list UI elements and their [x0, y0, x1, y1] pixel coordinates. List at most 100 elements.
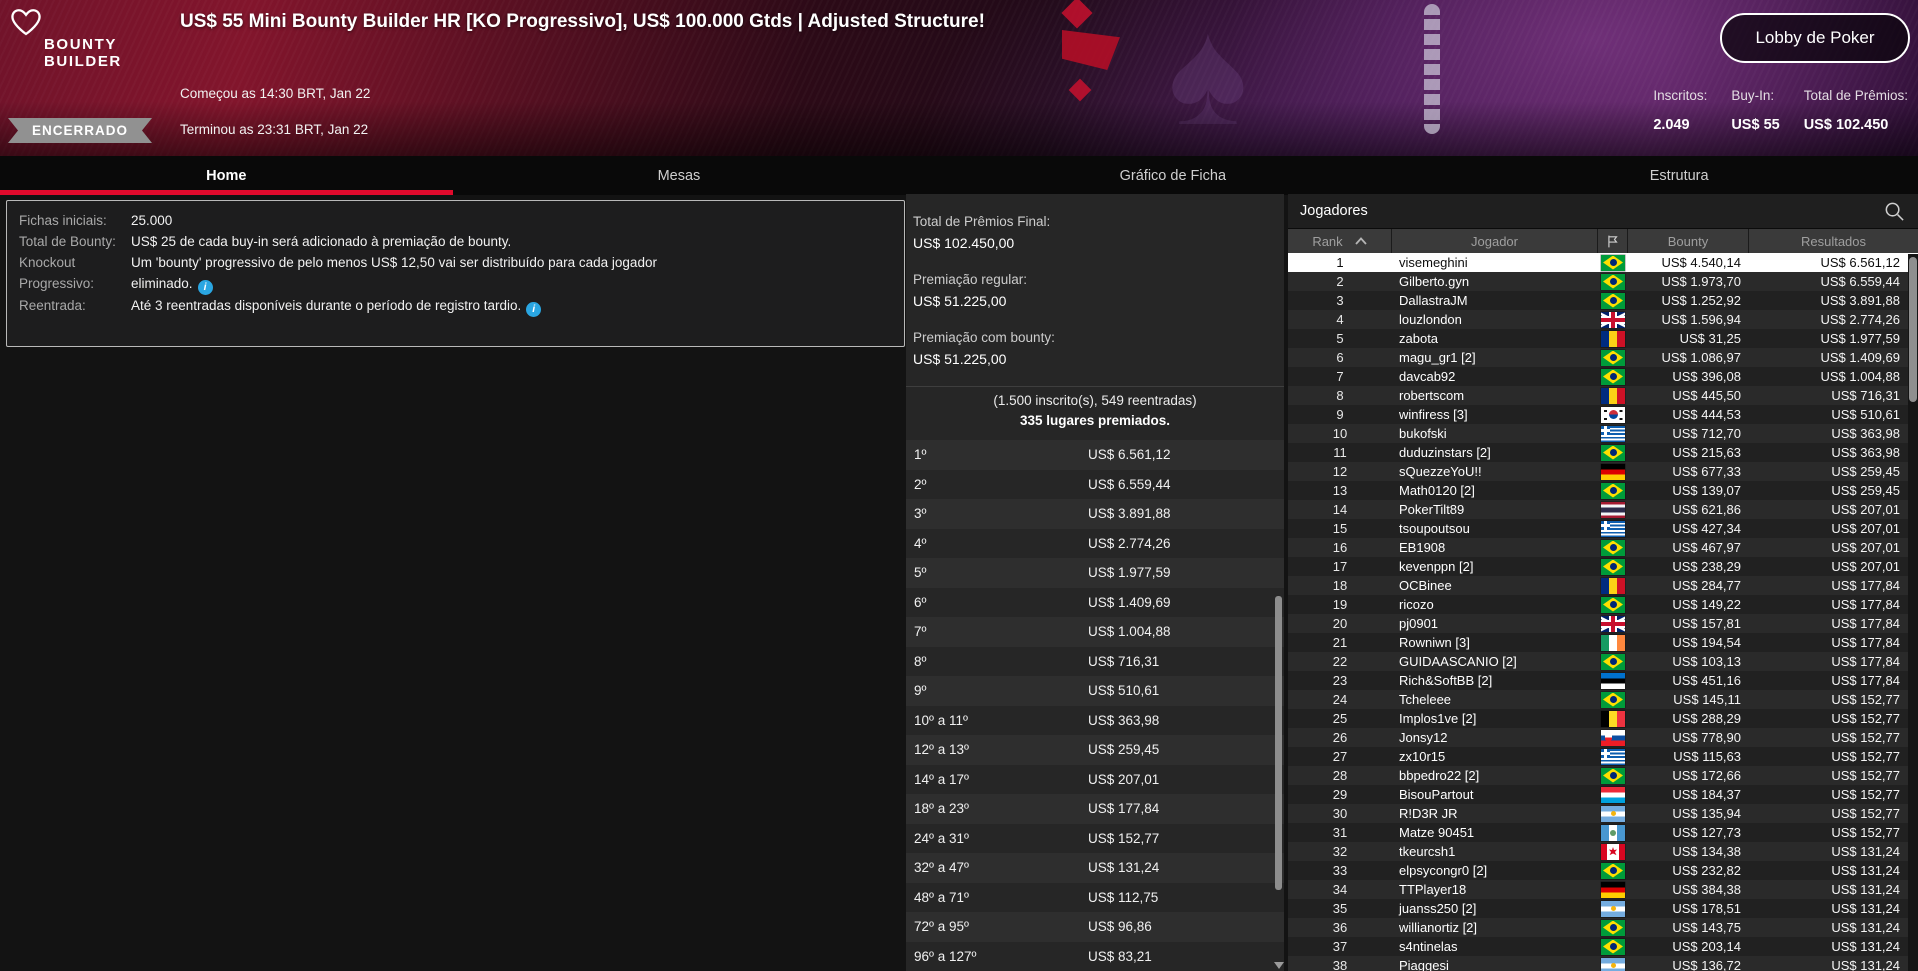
player-row[interactable]: 19ricozoUS$ 149,22US$ 177,84 — [1288, 595, 1918, 614]
column-header-bounty[interactable]: Bounty — [1628, 229, 1749, 253]
player-name: winfiress [3] — [1392, 407, 1598, 422]
player-row[interactable]: 24TcheleeeUS$ 145,11US$ 152,77 — [1288, 690, 1918, 709]
player-row[interactable]: 23Rich&SoftBB [2]US$ 451,16US$ 177,84 — [1288, 671, 1918, 690]
player-row[interactable]: 2Gilberto.gynUS$ 1.973,70US$ 6.559,44 — [1288, 272, 1918, 291]
column-header-player[interactable]: Jogador — [1392, 229, 1598, 253]
flag-cell — [1598, 806, 1628, 822]
player-result: US$ 131,24 — [1749, 863, 1918, 878]
player-row[interactable]: 8robertscomUS$ 445,50US$ 716,31 — [1288, 386, 1918, 405]
player-row[interactable]: 11duduzinstars [2]US$ 215,63US$ 363,98 — [1288, 443, 1918, 462]
player-row[interactable]: 14PokerTilt89US$ 621,86US$ 207,01 — [1288, 500, 1918, 519]
favorite-heart-icon[interactable] — [10, 6, 42, 43]
player-row[interactable]: 37s4ntinelasUS$ 203,14US$ 131,24 — [1288, 937, 1918, 956]
info-icon[interactable] — [198, 280, 213, 295]
player-row[interactable]: 3DallastraJMUS$ 1.252,92US$ 3.891,88 — [1288, 291, 1918, 310]
player-name: Rowniwn [3] — [1392, 635, 1598, 650]
info-icon[interactable] — [526, 302, 541, 317]
player-row[interactable]: 16EB1908US$ 467,97US$ 207,01 — [1288, 538, 1918, 557]
payout-row: 96º a 127ºUS$ 83,21 — [906, 942, 1284, 971]
payout-scrollbar[interactable] — [1275, 424, 1283, 957]
player-row[interactable]: 29BisouPartoutUS$ 184,37US$ 152,77 — [1288, 785, 1918, 804]
player-rank: 9 — [1288, 407, 1392, 422]
player-row[interactable]: 12sQuezzeYoU!!US$ 677,33US$ 259,45 — [1288, 462, 1918, 481]
player-name: R!D3R JR — [1392, 806, 1598, 821]
player-row[interactable]: 35juanss250 [2]US$ 178,51US$ 131,24 — [1288, 899, 1918, 918]
player-row[interactable]: 32tkeurcsh1US$ 134,38US$ 131,24 — [1288, 842, 1918, 861]
flag-cell — [1598, 369, 1628, 385]
player-row[interactable]: 28bbpedro22 [2]US$ 172,66US$ 152,77 — [1288, 766, 1918, 785]
player-row[interactable]: 10bukofskiUS$ 712,70US$ 363,98 — [1288, 424, 1918, 443]
player-row[interactable]: 31Matze 90451US$ 127,73US$ 152,77 — [1288, 823, 1918, 842]
flag-gr-icon — [1601, 749, 1625, 765]
player-row[interactable]: 13Math0120 [2]US$ 139,07US$ 259,45 — [1288, 481, 1918, 500]
tab-estrutura[interactable]: Estrutura — [1440, 156, 1918, 195]
player-row[interactable]: 17kevenppn [2]US$ 238,29US$ 207,01 — [1288, 557, 1918, 576]
player-row[interactable]: 30R!D3R JRUS$ 135,94US$ 152,77 — [1288, 804, 1918, 823]
player-result: US$ 259,45 — [1749, 483, 1918, 498]
player-bounty: US$ 115,63 — [1628, 749, 1749, 764]
prize-summary-item: Total de Prêmios Final:US$ 102.450,00 — [913, 212, 1274, 254]
player-result: US$ 152,77 — [1749, 825, 1918, 840]
payout-row: 1ºUS$ 6.561,12 — [906, 440, 1284, 470]
players-scrollbar-thumb[interactable] — [1909, 257, 1917, 402]
players-scrollbar[interactable] — [1908, 254, 1918, 971]
player-row[interactable]: 22GUIDAASCANIO [2]US$ 103,13US$ 177,84 — [1288, 652, 1918, 671]
player-row[interactable]: 21Rowniwn [3]US$ 194,54US$ 177,84 — [1288, 633, 1918, 652]
flag-ro-icon — [1601, 388, 1625, 404]
player-row[interactable]: 7davcab92US$ 396,08US$ 1.004,88 — [1288, 367, 1918, 386]
player-row[interactable]: 36willianortiz [2]US$ 143,75US$ 131,24 — [1288, 918, 1918, 937]
player-result: US$ 177,84 — [1749, 578, 1918, 593]
payout-amount: US$ 1.409,69 — [1088, 595, 1171, 610]
flag-cell — [1598, 749, 1628, 765]
player-result: US$ 207,01 — [1749, 559, 1918, 574]
info-value: Até 3 reentradas disponíveis durante o p… — [131, 295, 716, 317]
player-rank: 11 — [1288, 445, 1392, 460]
flag-cell — [1598, 407, 1628, 423]
column-header-rank[interactable]: Rank — [1288, 229, 1392, 253]
player-bounty: US$ 396,08 — [1628, 369, 1749, 384]
tab-grafico-de-ficha[interactable]: Gráfico de Ficha — [905, 156, 1440, 195]
flag-cell — [1598, 350, 1628, 366]
player-row[interactable]: 9winfiress [3]US$ 444,53US$ 510,61 — [1288, 405, 1918, 424]
column-header-results[interactable]: Resultados — [1749, 229, 1918, 253]
info-label-total-de-bounty: Total de Bounty: — [19, 231, 127, 252]
payout-amount: US$ 112,75 — [1088, 890, 1158, 905]
payout-scrollbar-thumb[interactable] — [1275, 596, 1282, 890]
player-name: s4ntinelas — [1392, 939, 1598, 954]
search-icon[interactable] — [1883, 200, 1906, 227]
tab-mesas[interactable]: Mesas — [453, 156, 906, 195]
diamond-decoration — [1061, 0, 1092, 29]
payout-amount: US$ 1.004,88 — [1088, 624, 1171, 639]
scroll-down-arrow-icon[interactable] — [1274, 962, 1284, 969]
player-name: davcab92 — [1392, 369, 1598, 384]
player-row[interactable]: 38PiaggesiUS$ 136,72US$ 131,24 — [1288, 956, 1918, 971]
player-row[interactable]: 5zabotaUS$ 31,25US$ 1.977,59 — [1288, 329, 1918, 348]
flag-gt-icon — [1601, 825, 1625, 841]
player-row[interactable]: 1visemeghiniUS$ 4.540,14US$ 6.561,12 — [1288, 253, 1918, 272]
player-row[interactable]: 33elpsycongr0 [2]US$ 232,82US$ 131,24 — [1288, 861, 1918, 880]
tab-home[interactable]: Home — [0, 156, 453, 195]
player-row[interactable]: 20pj0901US$ 157,81US$ 177,84 — [1288, 614, 1918, 633]
tab-label: Estrutura — [1650, 168, 1709, 184]
player-rank: 38 — [1288, 958, 1392, 971]
active-tab-underline — [0, 190, 453, 195]
payout-row: 4ºUS$ 2.774,26 — [906, 529, 1284, 559]
player-rank: 23 — [1288, 673, 1392, 688]
player-row[interactable]: 4louzlondonUS$ 1.596,94US$ 2.774,26 — [1288, 310, 1918, 329]
player-name: bukofski — [1392, 426, 1598, 441]
player-row[interactable]: 6magu_gr1 [2]US$ 1.086,97US$ 1.409,69 — [1288, 348, 1918, 367]
player-bounty: US$ 1.086,97 — [1628, 350, 1749, 365]
player-row[interactable]: 34TTPlayer18US$ 384,38US$ 131,24 — [1288, 880, 1918, 899]
player-row[interactable]: 15tsoupoutsouUS$ 427,34US$ 207,01 — [1288, 519, 1918, 538]
player-row[interactable]: 27zx10r15US$ 115,63US$ 152,77 — [1288, 747, 1918, 766]
flag-cell — [1598, 882, 1628, 898]
stat-label: Buy-In: — [1731, 88, 1779, 103]
player-row[interactable]: 26Jonsy12US$ 778,90US$ 152,77 — [1288, 728, 1918, 747]
player-rank: 31 — [1288, 825, 1392, 840]
player-name: zabota — [1392, 331, 1598, 346]
lobby-de-poker-button[interactable]: Lobby de Poker — [1720, 13, 1910, 63]
flag-cell — [1598, 540, 1628, 556]
column-header-flag[interactable] — [1598, 229, 1628, 253]
player-row[interactable]: 18OCBineeUS$ 284,77US$ 177,84 — [1288, 576, 1918, 595]
player-row[interactable]: 25Implos1ve [2]US$ 288,29US$ 152,77 — [1288, 709, 1918, 728]
